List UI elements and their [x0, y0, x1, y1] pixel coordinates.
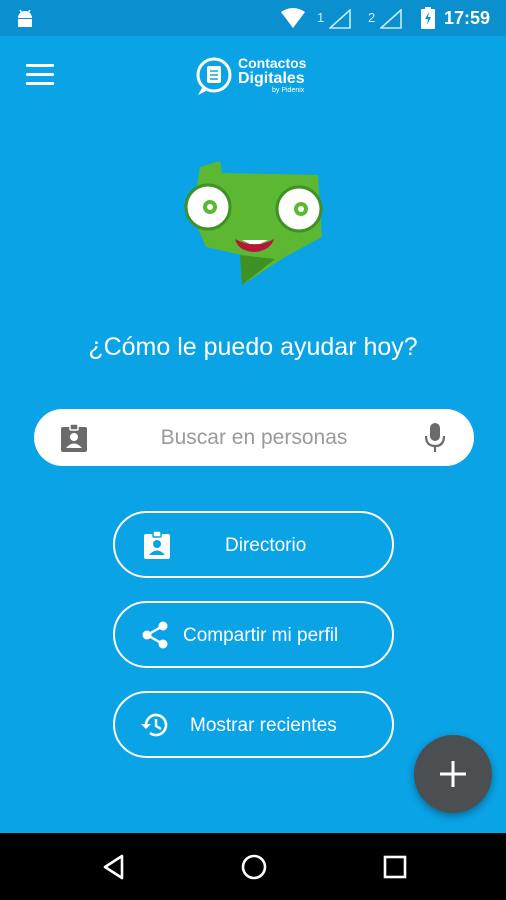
system-nav-bar	[0, 833, 506, 900]
app-logo: Contactos Digitales by Pidenix	[194, 54, 324, 98]
contact-card-icon	[144, 531, 170, 559]
history-icon	[141, 713, 168, 737]
recents-icon[interactable]	[379, 851, 411, 883]
search-input[interactable]	[104, 419, 404, 456]
compartir-perfil-button[interactable]: Compartir mi perfil	[113, 601, 394, 668]
home-icon[interactable]	[238, 851, 270, 883]
share-icon	[142, 621, 168, 649]
mascot-illustration	[184, 161, 323, 285]
battery-charging-icon	[421, 7, 435, 29]
sim1-signal: 1	[317, 8, 357, 30]
directorio-button[interactable]: Directorio	[113, 511, 394, 578]
microphone-icon[interactable]	[425, 423, 445, 453]
directorio-label: Directorio	[225, 535, 307, 556]
hamburger-menu-icon[interactable]	[26, 64, 54, 86]
search-bar[interactable]	[34, 409, 474, 466]
sim1-label: 1	[317, 10, 325, 25]
status-bar: 1 2 17:59	[0, 0, 506, 36]
add-fab-button[interactable]	[414, 735, 492, 813]
contact-card-icon[interactable]	[61, 424, 87, 452]
compartir-perfil-label: Compartir mi perfil	[183, 625, 339, 646]
android-debug-icon	[18, 9, 32, 27]
plus-icon	[440, 761, 466, 787]
app-bar: Contactos Digitales by Pidenix	[0, 36, 506, 116]
back-icon[interactable]	[98, 851, 130, 883]
mostrar-recientes-button[interactable]: Mostrar recientes	[113, 691, 394, 758]
logo-text-line2: Digitales	[238, 70, 305, 87]
greeting-heading: ¿Cómo le puedo ayudar hoy?	[88, 333, 418, 361]
mostrar-recientes-label: Mostrar recientes	[190, 715, 337, 736]
logo-byline: by Pidenix	[272, 87, 305, 94]
signal-icon	[329, 9, 351, 29]
signal-icon	[380, 9, 402, 29]
clock: 17:59	[444, 8, 491, 28]
logo-mark-icon	[196, 57, 232, 95]
logo-text-line1: Contactos	[238, 55, 307, 71]
sim2-label: 2	[368, 10, 376, 25]
sim2-signal: 2	[368, 8, 408, 30]
wifi-icon	[281, 8, 305, 28]
